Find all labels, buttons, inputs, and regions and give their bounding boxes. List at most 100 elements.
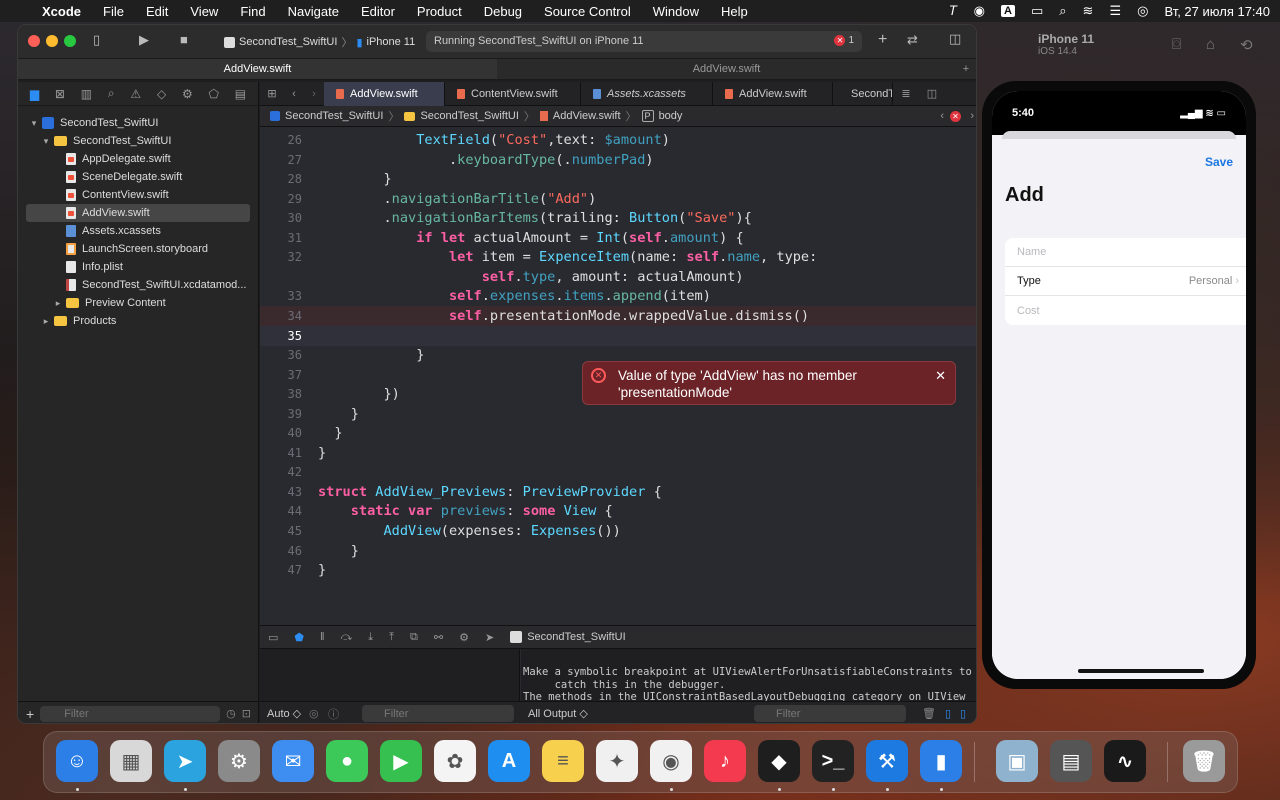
jump-symbol[interactable]: body bbox=[659, 110, 683, 122]
add-library-icon[interactable]: + bbox=[878, 31, 887, 49]
code-line[interactable]: 40 } bbox=[260, 423, 976, 443]
info-icon[interactable]: ⓘ bbox=[328, 706, 339, 722]
record-icon[interactable]: ◉ bbox=[974, 3, 985, 19]
console-output-select[interactable]: All Output ◇ bbox=[528, 707, 588, 720]
code-line[interactable]: 34 self.presentationMode.wrappedValue.di… bbox=[260, 305, 976, 326]
menu-source-control[interactable]: Source Control bbox=[544, 4, 631, 19]
location-icon[interactable]: ➤ bbox=[485, 631, 494, 644]
split-editor-icon[interactable]: ◫ bbox=[919, 87, 945, 100]
code-line[interactable]: 29 .navigationBarTitle("Add") bbox=[260, 189, 976, 209]
notes-icon[interactable]: ≡ bbox=[542, 740, 584, 782]
error-popup[interactable]: ✕ Value of type 'AddView' has no member … bbox=[582, 361, 956, 405]
step-over-icon[interactable]: ⤼ bbox=[341, 631, 353, 644]
name-field[interactable]: Name bbox=[1005, 238, 1246, 267]
next-issue-icon[interactable]: › bbox=[970, 110, 974, 122]
window-tab[interactable]: AddView.swift bbox=[497, 59, 956, 79]
code-line[interactable]: 43 struct AddView_Previews: PreviewProvid… bbox=[260, 482, 976, 502]
editor-tab[interactable]: Assets.xcassets bbox=[581, 81, 713, 106]
tree-file-datamodel[interactable]: SecondTest_SwiftUI.xcdatamod... bbox=[18, 276, 258, 294]
close-window-button[interactable] bbox=[28, 35, 40, 47]
simulator-icon[interactable]: ▮ bbox=[920, 740, 962, 782]
symbol-icon[interactable]: ▥ bbox=[81, 87, 92, 101]
code-line[interactable]: 31 if let actualAmount = Int(self.amount… bbox=[260, 228, 976, 248]
spotlight-icon[interactable]: ⌕ bbox=[1059, 3, 1066, 19]
safari-icon[interactable]: ✦ bbox=[596, 740, 638, 782]
inspector-toggle-icon[interactable]: ◫ bbox=[949, 31, 961, 47]
breakpoint-icon[interactable]: ⬠ bbox=[209, 87, 219, 101]
rotate-icon[interactable]: ⟲ bbox=[1240, 36, 1253, 54]
find-icon[interactable]: ⌕ bbox=[108, 86, 115, 101]
menu-product[interactable]: Product bbox=[417, 4, 462, 19]
code-line[interactable]: 32 let item = ExpenceItem(name: self.nam… bbox=[260, 247, 976, 267]
tree-group[interactable]: ▾ SecondTest_SwiftUI bbox=[18, 132, 258, 150]
clock[interactable]: Вт, 27 июля 17:40 bbox=[1164, 4, 1270, 19]
messages-icon[interactable]: ● bbox=[326, 740, 368, 782]
facetime-icon[interactable]: ▶ bbox=[380, 740, 422, 782]
code-line[interactable]: self.type, amount: actualAmount) bbox=[260, 267, 976, 287]
recent-files-icon[interactable]: ◷ bbox=[226, 707, 236, 720]
system-preferences-icon[interactable]: ⚙ bbox=[218, 740, 260, 782]
tree-file-addview[interactable]: AddView.swift bbox=[26, 204, 250, 222]
home-indicator[interactable] bbox=[1078, 669, 1204, 673]
test-icon[interactable]: ◇ bbox=[157, 87, 166, 101]
navigator-filter-input[interactable]: Filter bbox=[40, 705, 221, 722]
memory-graph-icon[interactable]: ⚯ bbox=[434, 631, 443, 644]
close-icon[interactable]: ✕ bbox=[935, 367, 946, 384]
keyboard-layout-icon[interactable]: A bbox=[1001, 5, 1015, 17]
activity-monitor-icon[interactable]: ∿ bbox=[1104, 740, 1146, 782]
code-line[interactable]: 33 self.expenses.items.append(item) bbox=[260, 286, 976, 306]
menu-edit[interactable]: Edit bbox=[146, 4, 168, 19]
telegram-icon[interactable]: ➤ bbox=[164, 740, 206, 782]
zoom-window-button[interactable] bbox=[64, 35, 76, 47]
app-store-icon[interactable]: A bbox=[488, 740, 530, 782]
add-file-icon[interactable]: + bbox=[26, 706, 34, 722]
report-icon[interactable]: ▤ bbox=[235, 87, 246, 101]
code-line[interactable]: 41} bbox=[260, 443, 976, 463]
code-line[interactable]: 30 .navigationBarItems(trailing: Button(… bbox=[260, 208, 976, 228]
editor-tab[interactable]: AddView.swift bbox=[713, 81, 833, 106]
terminal-icon[interactable]: >_ bbox=[812, 740, 854, 782]
editor-tab[interactable]: SecondT bbox=[833, 81, 893, 106]
tree-file-scenedelegate[interactable]: SceneDelegate.swift bbox=[18, 168, 258, 186]
folder-icon[interactable]: ▆ bbox=[30, 87, 39, 101]
editor-tab-active[interactable]: AddView.swift bbox=[324, 81, 445, 106]
menu-debug[interactable]: Debug bbox=[484, 4, 522, 19]
code-line[interactable]: 28 } bbox=[260, 169, 976, 189]
launchpad-icon[interactable]: ▦ bbox=[110, 740, 152, 782]
jump-project[interactable]: SecondTest_SwiftUI bbox=[285, 110, 383, 122]
error-indicator[interactable]: ✕ 1 bbox=[834, 35, 854, 46]
grid-icon[interactable]: ⊞ bbox=[260, 87, 284, 100]
finder-icon[interactable]: ☺ bbox=[56, 740, 98, 782]
photos-icon[interactable]: ✿ bbox=[434, 740, 476, 782]
figma-icon[interactable]: ◆ bbox=[758, 740, 800, 782]
screenshot-icon[interactable]: ⌼ bbox=[1172, 36, 1181, 53]
jump-file[interactable]: AddView.swift bbox=[553, 110, 621, 122]
xcode-icon[interactable]: ⚒ bbox=[866, 740, 908, 782]
variables-scope-select[interactable]: Auto ◇ bbox=[267, 707, 301, 720]
view-hierarchy-icon[interactable]: ⧉ bbox=[410, 631, 418, 644]
variables-filter-input[interactable]: Filter bbox=[362, 705, 514, 722]
code-line[interactable]: 46 } bbox=[260, 541, 976, 561]
jump-group[interactable]: SecondTest_SwiftUI bbox=[420, 110, 518, 122]
code-line[interactable]: 35 bbox=[260, 325, 976, 346]
minimize-window-button[interactable] bbox=[46, 35, 58, 47]
console-filter-input[interactable]: Filter bbox=[754, 705, 906, 722]
tree-group-products[interactable]: ▸ Products bbox=[18, 312, 258, 330]
code-line[interactable]: 26 TextField("Cost",text: $amount) bbox=[260, 130, 976, 150]
issue-icon[interactable]: ⚠ bbox=[130, 87, 141, 101]
wifi-icon[interactable]: ≋ bbox=[1083, 3, 1094, 19]
mail-icon[interactable]: ✉ bbox=[272, 740, 314, 782]
tree-project[interactable]: ▾ SecondTest_SwiftUI bbox=[18, 114, 258, 132]
new-tab-button[interactable]: + bbox=[956, 59, 976, 79]
code-line[interactable]: 42 bbox=[260, 462, 976, 482]
control-center-icon[interactable]: ☰ bbox=[1109, 3, 1121, 19]
back-icon[interactable]: ‹ bbox=[284, 88, 304, 100]
music-icon[interactable]: ♪ bbox=[704, 740, 746, 782]
tree-file-assets[interactable]: Assets.xcassets bbox=[18, 222, 258, 240]
script-icon[interactable]: 𝑇 bbox=[949, 3, 957, 19]
issue-icon[interactable]: ✕ bbox=[950, 111, 961, 122]
sidebar-toggle-icon[interactable]: ▯ bbox=[93, 32, 100, 48]
forward-icon[interactable]: › bbox=[304, 88, 324, 100]
breakpoints-toggle-icon[interactable]: ⬟ bbox=[294, 631, 304, 644]
prev-issue-icon[interactable]: ‹ bbox=[940, 110, 944, 122]
